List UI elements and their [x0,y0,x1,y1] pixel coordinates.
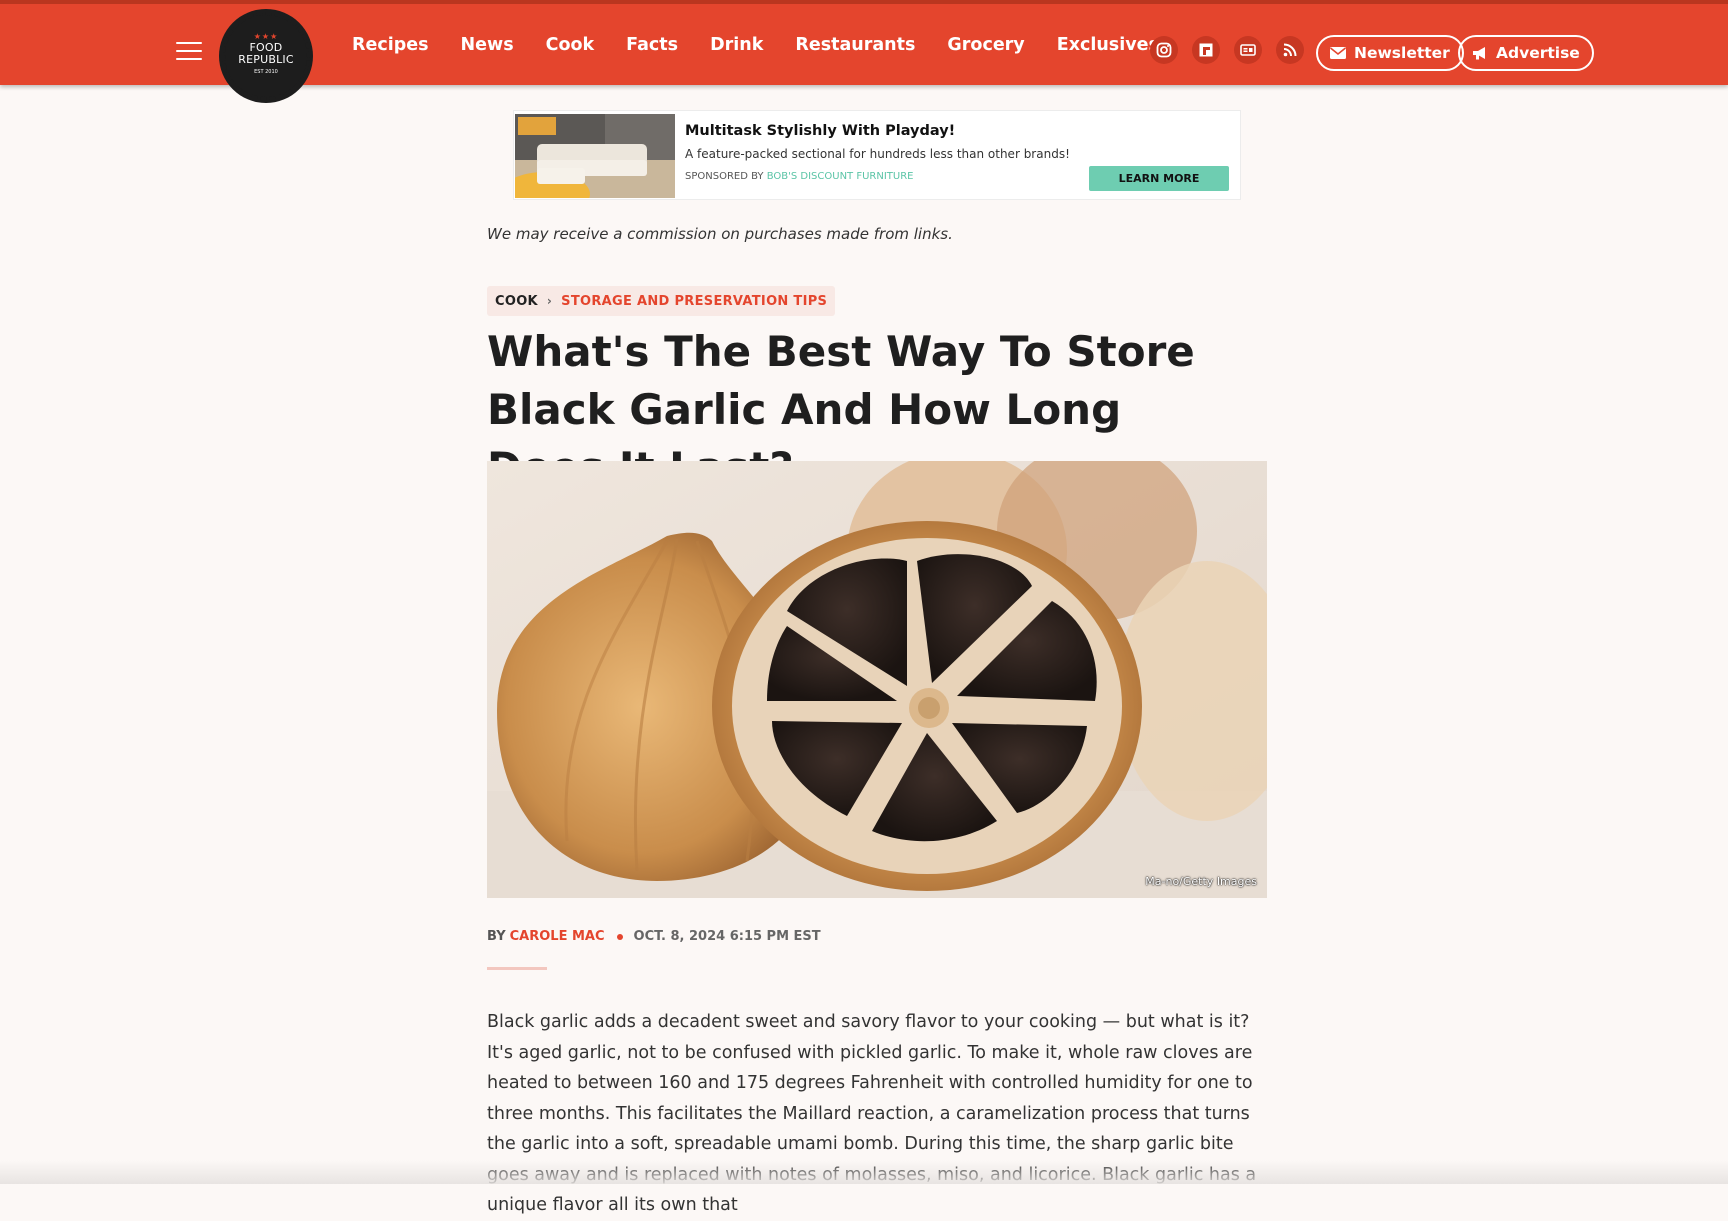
newsletter-label: Newsletter [1354,44,1450,62]
nav-recipes[interactable]: Recipes [352,35,429,55]
byline: BY CAROLE MAC OCT. 8, 2024 6:15 PM EST [487,929,821,944]
nav-grocery[interactable]: Grocery [947,35,1024,55]
logo-line2: REPUBLIC [238,53,294,66]
learn-more-button[interactable]: LEARN MORE [1089,166,1229,191]
megaphone-icon [1472,46,1488,60]
advertise-button[interactable]: Advertise [1458,35,1594,71]
ad-description: A feature-packed sectional for hundreds … [685,147,1070,161]
hero-image-black-garlic: Ma-no/Getty Images [487,461,1267,898]
nav-restaurants[interactable]: Restaurants [795,35,915,55]
instagram-icon[interactable] [1150,36,1178,64]
article-paragraph: Black garlic adds a decadent sweet and s… [487,1012,1256,1215]
advertise-label: Advertise [1496,44,1580,62]
nav-facts[interactable]: Facts [626,35,678,55]
menu-icon[interactable] [176,42,202,60]
byline-dot [616,933,623,940]
ad-title[interactable]: Multitask Stylishly With Playday! [685,123,955,139]
rss-icon[interactable] [1276,36,1304,64]
newsletter-button[interactable]: Newsletter [1316,35,1464,71]
nav-news[interactable]: News [461,35,514,55]
author-link[interactable]: CAROLE MAC [510,929,605,944]
breadcrumb: COOK › STORAGE AND PRESERVATION TIPS [487,286,836,316]
envelope-icon [1330,47,1346,59]
nav-exclusives[interactable]: Exclusives [1057,35,1159,55]
affiliate-disclaimer: We may receive a commission on purchases… [487,225,953,243]
publish-date: OCT. 8, 2024 6:15 PM EST [633,929,821,944]
logo-est: EST 2010 [254,69,278,75]
image-credit: Ma-no/Getty Images [1145,875,1257,888]
breadcrumb-storage-tips[interactable]: STORAGE AND PRESERVATION TIPS [561,294,827,309]
nav-drink[interactable]: Drink [710,35,763,55]
main-nav: Recipes News Cook Facts Drink Restaurant… [352,4,1191,85]
breadcrumb-separator: › [546,294,553,308]
by-label: BY [487,929,506,944]
sponsored-by-label: SPONSORED BY [685,171,764,182]
sponsored-ad[interactable]: Multitask Stylishly With Playday! A feat… [513,110,1241,200]
food-republic-logo[interactable]: ★★★ FOOD REPUBLIC EST 2010 [222,12,310,100]
google-news-icon[interactable] [1234,36,1262,64]
site-header: ★★★ FOOD REPUBLIC EST 2010 Recipes News … [0,0,1728,100]
social-links [1150,36,1318,64]
breadcrumb-cook[interactable]: COOK [495,294,538,309]
sofa-ad-image[interactable] [515,114,675,198]
sponsor-link[interactable]: BOB'S DISCOUNT FURNITURE [767,171,914,182]
ad-sponsor-line: SPONSORED BY BOB'S DISCOUNT FURNITURE [685,171,913,182]
byline-divider [487,967,547,970]
bottom-fade [0,1160,1728,1184]
flipboard-icon[interactable] [1192,36,1220,64]
nav-cook[interactable]: Cook [546,35,595,55]
